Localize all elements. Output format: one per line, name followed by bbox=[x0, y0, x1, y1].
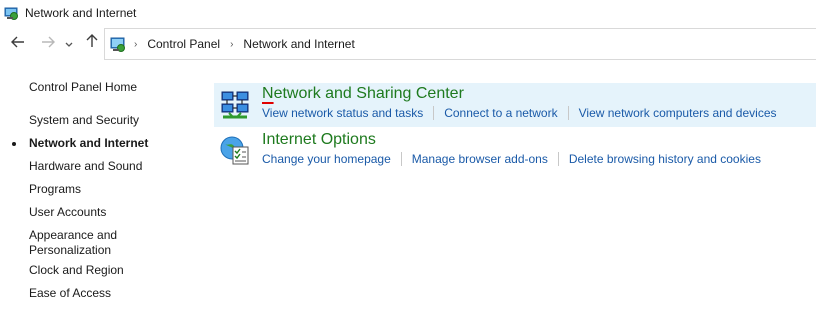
arrow-up-icon bbox=[86, 34, 98, 52]
title-bar: Network and Internet bbox=[0, 0, 816, 26]
sidebar-item-appearance-and-personalization[interactable]: Appearance and Personalization bbox=[29, 228, 117, 258]
chevron-down-icon bbox=[65, 35, 73, 52]
breadcrumb-separator-icon[interactable]: › bbox=[230, 39, 233, 50]
breadcrumb-network-and-internet[interactable]: Network and Internet bbox=[243, 37, 354, 51]
link-divider bbox=[433, 106, 435, 120]
sidebar-item-system-and-security[interactable]: System and Security bbox=[29, 113, 139, 128]
back-button[interactable] bbox=[8, 32, 28, 54]
arrow-right-icon bbox=[41, 35, 55, 52]
recent-locations-button[interactable] bbox=[62, 32, 76, 54]
sidebar-item-network-and-internet[interactable]: Network and Internet bbox=[12, 136, 149, 151]
link-divider bbox=[400, 152, 402, 166]
internet-options-icon[interactable] bbox=[219, 135, 251, 167]
breadcrumb-separator-icon[interactable]: › bbox=[134, 39, 137, 50]
manage-browser-addons-link[interactable]: Manage browser add-ons bbox=[412, 152, 548, 166]
section-title-text: etwork and Sharing Center bbox=[273, 85, 464, 102]
network-sharing-center-icon[interactable] bbox=[219, 89, 251, 121]
connect-to-network-link[interactable]: Connect to a network bbox=[444, 106, 557, 120]
view-network-computers-link[interactable]: View network computers and devices bbox=[579, 106, 777, 120]
sidebar-item-hardware-and-sound[interactable]: Hardware and Sound bbox=[29, 159, 142, 174]
network-globe-icon bbox=[3, 5, 19, 21]
link-divider bbox=[557, 152, 559, 166]
sidebar-item-label: Network and Internet bbox=[29, 136, 149, 150]
forward-button[interactable] bbox=[38, 32, 58, 54]
arrow-left-icon bbox=[11, 35, 25, 52]
breadcrumb-control-panel[interactable]: Control Panel bbox=[147, 37, 220, 51]
sidebar-item-clock-and-region[interactable]: Clock and Region bbox=[29, 263, 124, 278]
section-title-text: Internet Options bbox=[262, 131, 376, 148]
navigation-bar: › Control Panel › Network and Internet bbox=[0, 28, 816, 60]
view-network-status-link[interactable]: View network status and tasks bbox=[262, 106, 423, 120]
delete-browsing-history-link[interactable]: Delete browsing history and cookies bbox=[569, 152, 761, 166]
control-panel-icon bbox=[109, 36, 126, 53]
accelerator-letter: N bbox=[262, 85, 274, 102]
internet-options-link[interactable]: Internet Options bbox=[262, 131, 376, 149]
sidebar-item-control-panel-home[interactable]: Control Panel Home bbox=[29, 80, 137, 95]
sidebar-item-label-line2: Personalization bbox=[29, 243, 112, 257]
sidebar-item-label: Appearance and bbox=[29, 228, 118, 242]
sidebar-item-ease-of-access[interactable]: Ease of Access bbox=[29, 286, 111, 301]
active-bullet-icon bbox=[12, 142, 16, 146]
address-bar[interactable]: › Control Panel › Network and Internet bbox=[104, 28, 816, 60]
section-links: Change your homepage Manage browser add-… bbox=[262, 152, 761, 166]
up-button[interactable] bbox=[82, 32, 102, 54]
section-internet-options: Internet Options Change your homepage Ma… bbox=[214, 129, 816, 173]
network-and-sharing-center-link[interactable]: Network and Sharing Center bbox=[262, 85, 464, 103]
link-divider bbox=[567, 106, 569, 120]
sidebar-item-user-accounts[interactable]: User Accounts bbox=[29, 205, 106, 220]
section-links: View network status and tasks Connect to… bbox=[262, 106, 777, 120]
change-homepage-link[interactable]: Change your homepage bbox=[262, 152, 391, 166]
sidebar-item-programs[interactable]: Programs bbox=[29, 182, 81, 197]
section-network-and-sharing-center: Network and Sharing Center View network … bbox=[214, 83, 816, 127]
window-title: Network and Internet bbox=[25, 6, 137, 20]
